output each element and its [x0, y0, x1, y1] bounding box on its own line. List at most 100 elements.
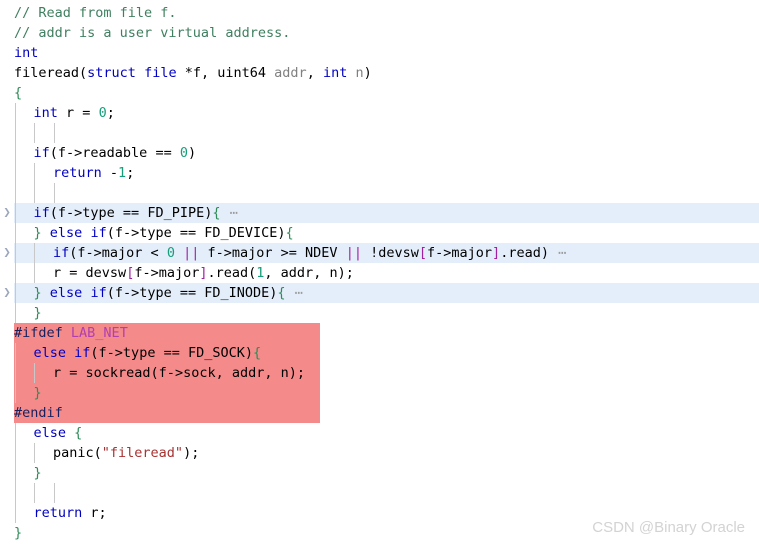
code-line[interactable] — [0, 123, 759, 143]
token-op: , — [306, 65, 323, 81]
token-kw: return — [53, 165, 102, 181]
token-op: >= — [280, 245, 297, 261]
code-line-text: #ifdef LAB_NET — [0, 323, 128, 343]
token-brc: } — [33, 285, 42, 301]
token-op: - — [101, 165, 119, 181]
code-line[interactable]: #endif — [0, 403, 759, 423]
token-op: f->major — [427, 245, 493, 261]
code-line[interactable]: } — [0, 303, 759, 323]
code-line[interactable]: } — [0, 463, 759, 483]
code-line[interactable]: r = sockread(f->sock, addr, n); — [0, 363, 759, 383]
code-line[interactable]: if(f->major < 0 || f->major >= NDEV || !… — [0, 243, 759, 263]
token-pp: #endif — [14, 405, 63, 421]
code-line[interactable] — [0, 483, 759, 503]
token-brk: ] — [492, 245, 501, 261]
code-line-text: if(f->type == FD_PIPE){ ⋯ — [0, 203, 239, 223]
token-brc: { — [285, 225, 294, 241]
code-line[interactable]: } else if(f->type == FD_INODE){ ⋯ — [0, 283, 759, 303]
code-line-text: fileread(struct file *f, uint64 addr, in… — [0, 63, 372, 83]
token-kw: if — [90, 285, 107, 301]
token-brk: || — [183, 245, 200, 261]
token-op: devsw — [77, 265, 127, 281]
code-line[interactable]: // addr is a user virtual address. — [0, 23, 759, 43]
token-op: f->major — [199, 245, 281, 261]
token-kw: int — [33, 105, 58, 121]
code-line-text: } — [0, 463, 42, 483]
token-kw: else — [49, 225, 83, 241]
token-id: fileread — [14, 65, 80, 81]
token-kw: return — [33, 505, 83, 521]
fold-expand-arrow-icon[interactable]: ❯ — [2, 283, 12, 303]
token-op: < — [150, 245, 159, 261]
code-line-text: } else if(f->type == FD_DEVICE){ — [0, 223, 294, 243]
code-line-text: } — [0, 303, 42, 323]
token-op — [42, 285, 50, 301]
code-line[interactable]: fileread(struct file *f, uint64 addr, in… — [0, 63, 759, 83]
code-line[interactable]: int — [0, 43, 759, 63]
token-cmt: // addr is a user virtual address. — [14, 25, 291, 41]
code-line[interactable]: return -1; — [0, 163, 759, 183]
code-line[interactable]: } — [0, 383, 759, 403]
token-op — [266, 65, 274, 81]
token-kw: if — [33, 145, 50, 161]
token-prm: addr — [274, 65, 307, 81]
code-line[interactable]: panic("fileread"); — [0, 443, 759, 463]
code-line[interactable]: #ifdef LAB_NET — [0, 323, 759, 343]
token-ell: ⋯ — [548, 245, 568, 261]
code-content-area[interactable]: // Read from file f. // addr is a user vi… — [0, 0, 759, 546]
token-op: ); — [183, 445, 200, 461]
token-op: FD_DEVICE) — [196, 225, 286, 241]
code-line-text: panic("fileread"); — [0, 443, 199, 463]
code-line[interactable]: if(f->readable == 0) — [0, 143, 759, 163]
token-brk: [ — [418, 245, 428, 261]
fold-expand-arrow-icon[interactable]: ❯ — [2, 203, 12, 223]
token-op — [159, 245, 167, 261]
token-num: 1 — [118, 165, 127, 181]
token-op: == — [179, 285, 197, 301]
code-line-text: if(f->readable == 0) — [0, 143, 197, 163]
indent-guide — [34, 483, 35, 503]
token-str: "fileread" — [101, 445, 184, 461]
code-line[interactable]: else { — [0, 423, 759, 443]
token-num: 0 — [179, 145, 188, 161]
token-brc: } — [33, 225, 42, 241]
token-op: (f->major — [69, 245, 151, 261]
code-line-text: else { — [0, 423, 83, 443]
csdn-watermark: CSDN @Binary Oracle — [592, 519, 745, 536]
code-editor[interactable]: // Read from file f. // addr is a user vi… — [0, 0, 759, 546]
token-op: *f, — [176, 65, 218, 81]
code-line[interactable] — [0, 183, 759, 203]
code-line[interactable]: // Read from file f. — [0, 3, 759, 23]
code-line[interactable]: r = devsw[f->major].read(1, addr, n); — [0, 263, 759, 283]
code-line[interactable]: if(f->type == FD_PIPE){ ⋯ — [0, 203, 759, 223]
token-op: .read( — [207, 265, 257, 281]
code-line-text: } — [0, 523, 22, 543]
token-op — [66, 345, 74, 361]
token-op: r — [53, 365, 70, 381]
code-line[interactable]: { — [0, 83, 759, 103]
token-op: == — [122, 205, 140, 221]
token-op: (f->type — [90, 345, 164, 361]
token-kw: else — [33, 345, 67, 361]
indent-guide — [53, 123, 55, 143]
token-op: FD_SOCK) — [179, 345, 253, 361]
token-id: uint64 — [217, 65, 267, 81]
token-op: r; — [82, 505, 107, 521]
fold-expand-arrow-icon[interactable]: ❯ — [2, 243, 12, 263]
code-line[interactable]: else if(f->type == FD_SOCK){ — [0, 343, 759, 363]
code-line-text: r = sockread(f->sock, addr, n); — [0, 363, 305, 383]
token-brc: { — [14, 85, 23, 101]
code-line[interactable]: int r = 0; — [0, 103, 759, 123]
token-brc: { — [277, 285, 286, 301]
token-cmt: // Read from file f. — [14, 5, 177, 21]
code-line[interactable]: } else if(f->type == FD_DEVICE){ — [0, 223, 759, 243]
token-ell: ⋯ — [285, 285, 304, 301]
token-op: .read) — [500, 245, 549, 261]
code-line-text: int — [0, 43, 38, 63]
token-brc: } — [33, 385, 42, 401]
token-op: r — [53, 265, 70, 281]
token-kw: file — [144, 65, 177, 81]
token-op: (f->readable — [49, 145, 156, 161]
token-op: ; — [126, 165, 135, 181]
token-kw: struct — [87, 65, 136, 81]
